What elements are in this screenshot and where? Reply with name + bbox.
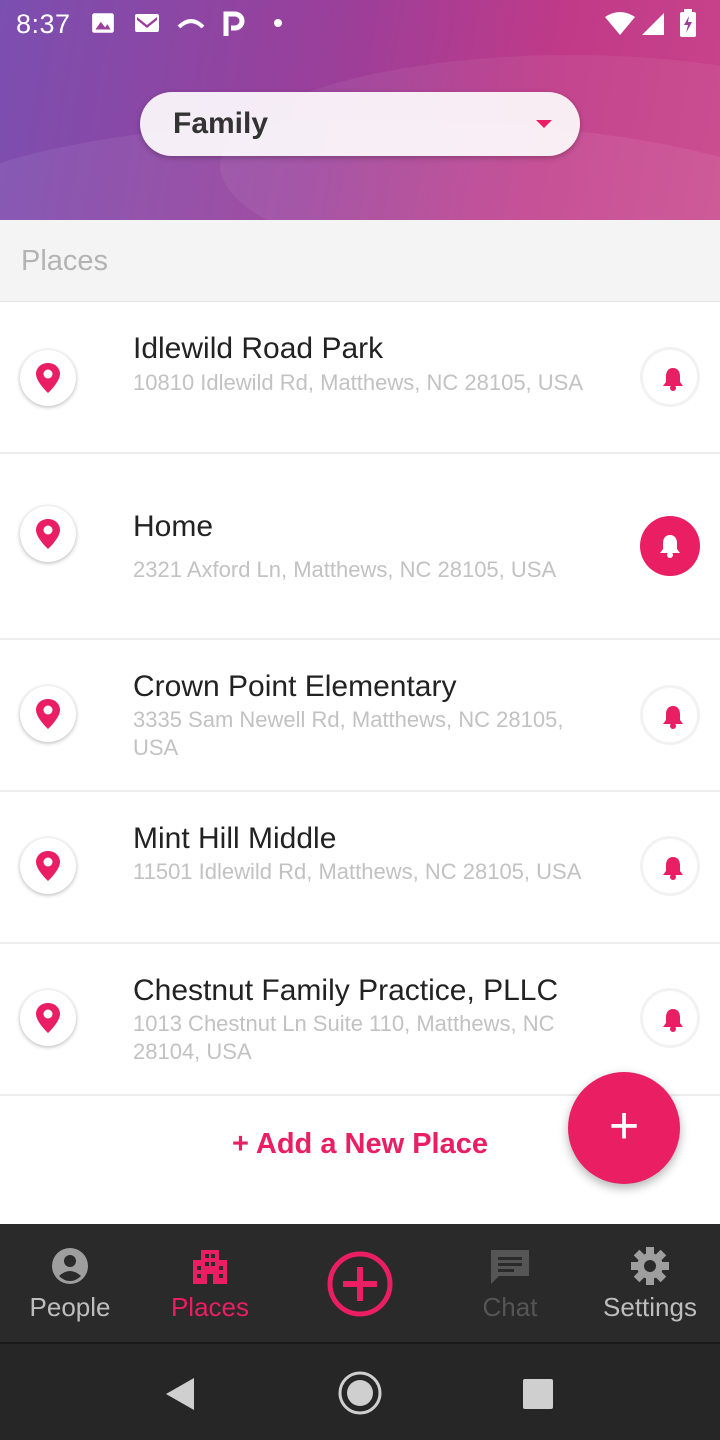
bell-icon — [663, 706, 683, 729]
cast-icon — [177, 19, 205, 29]
system-navigation-bar — [0, 1342, 720, 1440]
section-title: Places — [21, 245, 109, 277]
nav-label: Places — [170, 1292, 250, 1322]
map-pin-icon — [20, 686, 76, 742]
map-pin-icon — [20, 350, 76, 406]
person-icon — [52, 1248, 88, 1284]
place-address: 10810 Idlewild Rd, Matthews, NC 28105, U… — [133, 370, 584, 395]
group-selector-dropdown[interactable]: Family — [140, 92, 580, 156]
place-address: 3335 Sam Newell Rd, Matthews, NC 28105, … — [133, 707, 564, 760]
section-header: Places — [0, 220, 720, 302]
status-bar: 8:37 — [0, 0, 720, 48]
place-row[interactable]: Mint Hill Middle 11501 Idlewild Rd, Matt… — [0, 792, 720, 944]
building-icon — [193, 1250, 227, 1284]
place-row[interactable]: Home 2321 Axford Ln, Matthews, NC 28105,… — [0, 454, 720, 640]
place-row[interactable]: Crown Point Elementary 3335 Sam Newell R… — [0, 640, 720, 792]
place-address: 11501 Idlewild Rd, Matthews, NC 28105, U… — [133, 859, 582, 884]
battery-charging-icon — [680, 9, 696, 37]
place-row[interactable]: Idlewild Road Park 10810 Idlewild Rd, Ma… — [0, 302, 720, 454]
add-circle-icon — [327, 1251, 393, 1317]
header: 8:37 Family — [0, 0, 720, 220]
nav-item-add[interactable] — [290, 1224, 430, 1342]
bottom-nav: People Places Chat Settings — [0, 1224, 720, 1342]
plus-icon: + — [608, 1097, 640, 1155]
place-name: Mint Hill Middle — [133, 822, 337, 855]
dot-icon — [274, 19, 282, 27]
place-address: 2321 Axford Ln, Matthews, NC 28105, USA — [133, 557, 557, 582]
nav-item-people[interactable]: People — [0, 1224, 140, 1342]
place-name: Idlewild Road Park — [133, 332, 384, 365]
gear-icon — [631, 1247, 669, 1285]
gmail-icon — [135, 14, 159, 32]
bell-icon — [663, 1009, 683, 1032]
nav-label: Chat — [482, 1292, 538, 1322]
home-icon[interactable] — [337, 1370, 383, 1416]
group-selector-value: Family — [173, 107, 269, 140]
map-pin-icon — [20, 506, 76, 562]
nav-item-chat[interactable]: Chat — [440, 1224, 580, 1342]
place-alert-toggle[interactable] — [640, 836, 700, 896]
place-alert-toggle[interactable] — [640, 988, 700, 1048]
map-pin-icon — [20, 838, 76, 894]
place-alert-toggle[interactable] — [640, 516, 700, 576]
place-name: Chestnut Family Practice, PLLC — [133, 974, 559, 1007]
bell-icon — [660, 535, 680, 558]
wifi-icon — [605, 12, 635, 35]
map-pin-icon — [20, 990, 76, 1046]
place-alert-toggle[interactable] — [640, 685, 700, 745]
recents-icon[interactable] — [522, 1378, 554, 1410]
chevron-down-icon — [536, 120, 552, 128]
bell-icon — [663, 857, 683, 880]
signal-icon — [642, 13, 664, 35]
parking-icon — [223, 11, 245, 36]
nav-item-settings[interactable]: Settings — [580, 1224, 720, 1342]
place-alert-toggle[interactable] — [640, 347, 700, 407]
nav-label: People — [29, 1292, 111, 1322]
back-icon[interactable] — [164, 1376, 196, 1412]
nav-item-places[interactable]: Places — [140, 1224, 280, 1342]
chat-icon — [491, 1250, 529, 1284]
add-place-fab[interactable]: + — [568, 1072, 680, 1184]
nav-label: Settings — [603, 1292, 697, 1322]
bell-icon — [663, 368, 683, 391]
status-time: 8:37 — [16, 9, 71, 39]
place-name: Crown Point Elementary — [133, 670, 457, 703]
place-address: 1013 Chestnut Ln Suite 110, Matthews, NC… — [133, 1011, 555, 1064]
place-name: Home — [133, 510, 214, 543]
image-icon — [92, 13, 114, 33]
